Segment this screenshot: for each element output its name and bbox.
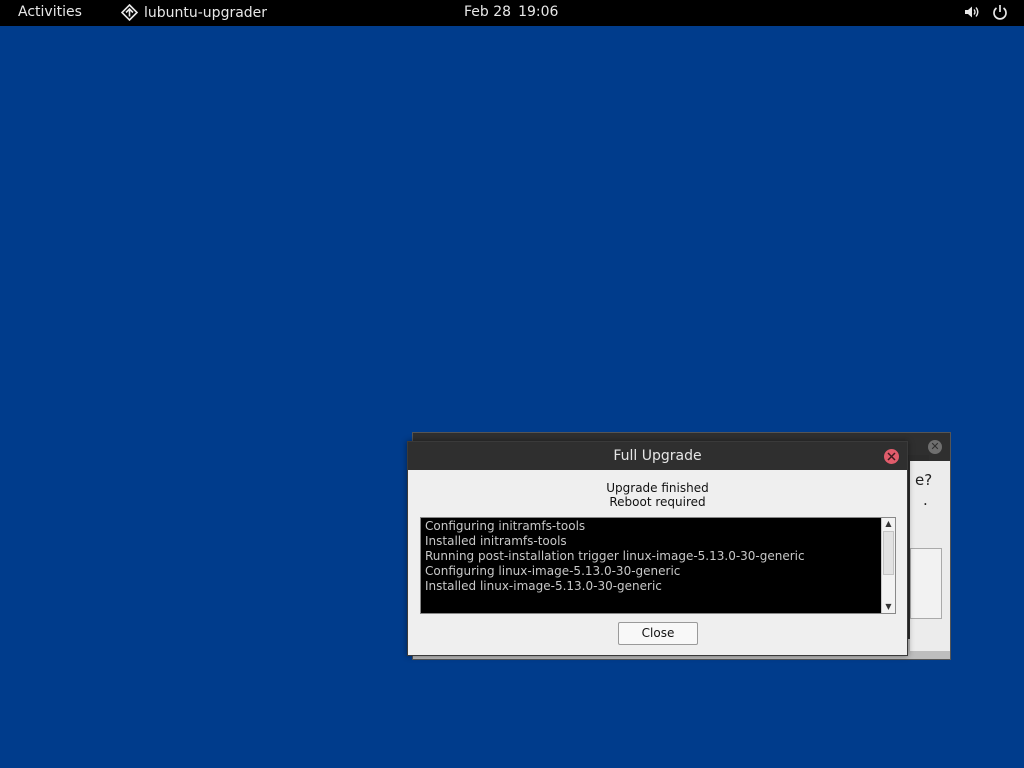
clock-time: 19:06	[518, 4, 559, 20]
background-window-box	[910, 548, 942, 619]
scroll-up-arrow-icon[interactable]: ▲	[882, 518, 895, 530]
scroll-down-arrow-icon[interactable]: ▼	[882, 601, 895, 613]
dialog-title: Full Upgrade	[613, 448, 702, 464]
close-button[interactable]: Close	[618, 622, 698, 645]
app-menu-label: lubuntu-upgrader	[144, 4, 268, 21]
lubuntu-upgrader-icon	[120, 3, 139, 22]
status-upgrade-finished: Upgrade finished	[606, 481, 709, 495]
status-reboot-required: Reboot required	[609, 495, 706, 509]
activities-button[interactable]: Activities	[18, 4, 82, 20]
log-lines: Configuring initramfs-tools Installed in…	[425, 519, 805, 594]
upgrade-status: Upgrade finished Reboot required	[408, 481, 907, 509]
app-menu[interactable]: lubuntu-upgrader	[120, 3, 268, 22]
scrollbar-thumb[interactable]	[883, 531, 894, 575]
background-window-text-dot: .	[923, 491, 928, 509]
log-line: Installed linux-image-5.13.0-30-generic	[425, 579, 662, 593]
system-menu[interactable]	[964, 4, 1008, 24]
background-window-close-icon[interactable]: ✕	[928, 440, 942, 454]
close-icon[interactable]	[884, 449, 899, 464]
clock-date: Feb 28	[464, 4, 512, 20]
clock[interactable]: Feb 28 19:06	[464, 4, 565, 20]
log-line: Configuring linux-image-5.13.0-30-generi…	[425, 564, 681, 578]
top-bar: Activities lubuntu-upgrader Feb 28 19:06	[0, 0, 1024, 26]
upgrade-log[interactable]: Configuring initramfs-tools Installed in…	[420, 517, 896, 614]
full-upgrade-dialog: Full Upgrade Upgrade finished Reboot req…	[407, 441, 908, 656]
log-line: Running post-installation trigger linux-…	[425, 549, 805, 563]
volume-icon[interactable]	[964, 4, 980, 24]
log-scrollbar[interactable]: ▲ ▼	[881, 518, 895, 613]
log-line: Installed initramfs-tools	[425, 534, 567, 548]
power-icon[interactable]	[992, 4, 1008, 24]
log-line: Configuring initramfs-tools	[425, 519, 586, 533]
background-window-text: e?	[915, 471, 933, 489]
dialog-titlebar[interactable]: Full Upgrade	[408, 442, 907, 470]
